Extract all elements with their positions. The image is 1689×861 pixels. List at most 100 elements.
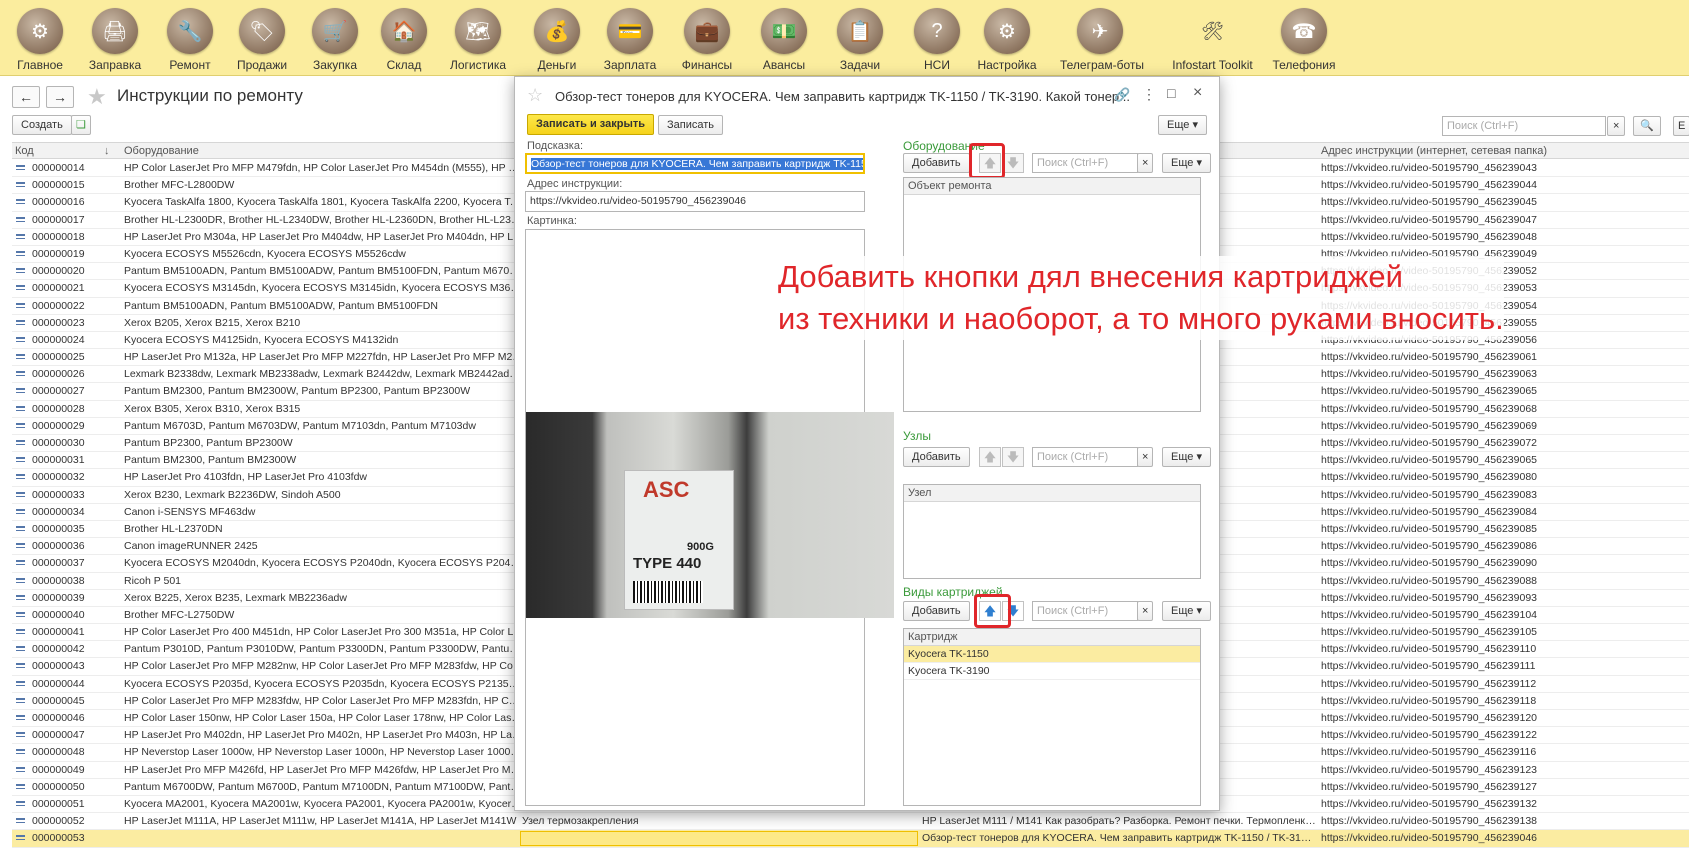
menu-item[interactable]: 💵 Авансы: [744, 8, 824, 72]
cell-url: https://vkvideo.ru/video-50195790_456239…: [1321, 385, 1537, 398]
cartridges-more-button[interactable]: Еще ▾: [1162, 601, 1211, 621]
nodes-section-title: Узлы: [903, 429, 931, 443]
menu-item[interactable]: 🏷 Продажи: [222, 8, 302, 72]
cartridges-table[interactable]: Картридж Kyocera TK-1150 Kyocera TK-3190: [903, 628, 1201, 806]
cell-url: https://vkvideo.ru/video-50195790_456239…: [1321, 471, 1537, 484]
column-url-header[interactable]: Адрес инструкции (интернет, сетевая папк…: [1321, 145, 1547, 157]
row-document-icon: [16, 594, 25, 600]
cartridge-row[interactable]: Kyocera TK-1150: [904, 646, 1200, 663]
annotation-line-2: из техники и наоборот, а то много руками…: [778, 301, 1504, 336]
nodes-more-label: Еще: [1171, 451, 1194, 463]
menu-item-label: Телеграм-боты: [1060, 58, 1144, 72]
clear-search-icon[interactable]: ×: [1607, 116, 1626, 136]
menu-item[interactable]: ⚙ Главное: [0, 8, 80, 72]
menu-item[interactable]: 🖨 Заправка: [75, 8, 155, 72]
cell-code: 000000029: [32, 419, 85, 432]
cell-code: 000000049: [32, 763, 85, 776]
back-button[interactable]: ←: [12, 86, 40, 108]
cell-code: 000000037: [32, 557, 85, 570]
menu-item[interactable]: 🔧 Ремонт: [150, 8, 230, 72]
equipment-clear-icon[interactable]: ×: [1137, 153, 1154, 173]
sort-down-icon[interactable]: ↓: [104, 145, 110, 157]
menu-item[interactable]: ✈ Телеграм-боты: [1060, 8, 1144, 72]
hint-field[interactable]: Обзор-тест тонеров для KYOCERA. Чем запр…: [525, 153, 865, 174]
column-code-header[interactable]: Код: [15, 145, 34, 157]
row-document-icon: [16, 440, 25, 445]
column-equipment-header[interactable]: Оборудование: [124, 145, 199, 157]
menu-item[interactable]: ? НСИ: [897, 8, 977, 72]
cell-code: 000000043: [32, 660, 85, 673]
cell-code: 000000028: [32, 402, 85, 415]
menu-item[interactable]: ☎ Телефония: [1264, 8, 1344, 72]
cell-code: 000000050: [32, 780, 85, 793]
save-and-close-button[interactable]: Записать и закрыть: [527, 114, 655, 135]
cell-equipment: Pantum BM5100ADN, Pantum BM5100ADW, Pant…: [124, 299, 438, 312]
menu-item-label: Задачи: [839, 58, 881, 72]
nodes-table[interactable]: Узел: [903, 484, 1201, 579]
highlight-box: [969, 143, 1005, 179]
menu-item[interactable]: 📋 Задачи: [820, 8, 900, 72]
menu-item-label: Авансы: [762, 58, 806, 72]
more-vertical-icon[interactable]: ⋮: [1142, 86, 1156, 103]
url-field[interactable]: https://vkvideo.ru/video-50195790_456239…: [525, 191, 865, 212]
list-search-input[interactable]: Поиск (Ctrl+F): [1442, 116, 1606, 136]
forward-button[interactable]: →: [46, 86, 74, 108]
maximize-icon[interactable]: □: [1167, 85, 1175, 101]
cell-url: https://vkvideo.ru/video-50195790_456239…: [1321, 780, 1537, 793]
table-row[interactable]: 000000053 Обзор-тест тонеров для KYOCERA.…: [12, 830, 1689, 848]
link-icon[interactable]: 🔗: [1114, 87, 1130, 103]
nodes-add-button[interactable]: Добавить: [903, 447, 970, 467]
cell-url: https://vkvideo.ru/video-50195790_456239…: [1321, 591, 1537, 604]
nodes-clear-icon[interactable]: ×: [1137, 447, 1154, 467]
favorite-star-icon[interactable]: ★: [87, 84, 107, 110]
cell-equipment: Pantum M6700DW, Pantum M6700D, Pantum M7…: [124, 780, 524, 793]
menu-item[interactable]: 💰 Деньги: [517, 8, 597, 72]
row-document-icon: [16, 680, 25, 686]
create-button[interactable]: Создать: [12, 115, 72, 135]
menu-item[interactable]: 🗺 Логистика: [438, 8, 518, 72]
cell-url: https://vkvideo.ru/video-50195790_456239…: [1321, 402, 1537, 415]
equipment-more-button[interactable]: Еще ▾: [1162, 153, 1211, 173]
copy-icon[interactable]: ❏: [71, 115, 91, 135]
nodes-more-button[interactable]: Еще ▾: [1162, 447, 1211, 467]
menu-item[interactable]: ⚙ Настройка: [967, 8, 1047, 72]
cartridge-row[interactable]: Kyocera TK-3190: [904, 663, 1200, 680]
menu-item[interactable]: 🏠 Склад: [364, 8, 444, 72]
edit-field-highlight[interactable]: [520, 831, 918, 847]
nodes-move-down-icon[interactable]: 🡇: [1002, 447, 1024, 467]
cell-code: 000000024: [32, 333, 85, 346]
form-more-button[interactable]: Еще ▾: [1158, 115, 1207, 135]
hint-value: Обзор-тест тонеров для KYOCERA. Чем запр…: [531, 158, 863, 170]
gears-icon: ⚙: [17, 8, 63, 54]
menu-item[interactable]: 🛠 Infostart Toolkit: [1165, 8, 1260, 73]
cartridges-add-button[interactable]: Добавить: [903, 601, 970, 621]
menu-item[interactable]: 💳 Зарплата: [590, 8, 670, 72]
table-row[interactable]: 000000052 HP LaserJet M111A, HP LaserJet …: [12, 813, 1689, 831]
picture-label: Картинка:: [527, 215, 577, 227]
row-document-icon: [16, 491, 25, 497]
row-document-icon: [16, 388, 25, 394]
cell-code: 000000026: [32, 368, 85, 381]
nodes-move-up-icon[interactable]: 🡅: [979, 447, 1001, 467]
cell-code: 000000034: [32, 505, 85, 518]
menu-item[interactable]: 🛒 Закупка: [295, 8, 375, 72]
row-document-icon: [16, 216, 25, 222]
cell-equipment: Canon i-SENSYS MF463dw: [124, 505, 256, 518]
equipment-add-button[interactable]: Добавить: [903, 153, 970, 173]
cell-code: 000000015: [32, 179, 85, 192]
menu-item[interactable]: 💼 Финансы: [667, 8, 747, 72]
close-icon[interactable]: ×: [1193, 84, 1202, 102]
more-menu-icon[interactable]: Е: [1673, 116, 1689, 136]
save-button[interactable]: Записать: [658, 115, 724, 135]
search-icon[interactable]: 🔍: [1633, 116, 1661, 136]
cartridges-search-input[interactable]: Поиск (Ctrl+F): [1032, 601, 1138, 621]
cell-equipment: Xerox B305, Xerox B310, Xerox B315: [124, 402, 301, 415]
nodes-search-input[interactable]: Поиск (Ctrl+F): [1032, 447, 1138, 467]
cartridges-clear-icon[interactable]: ×: [1137, 601, 1154, 621]
cell-url: https://vkvideo.ru/video-50195790_456239…: [1321, 832, 1537, 845]
equipment-move-down-icon[interactable]: 🡇: [1002, 153, 1024, 173]
hint-label: Подсказка:: [527, 140, 584, 152]
favorite-star-icon[interactable]: ☆: [527, 85, 543, 106]
equipment-search-input[interactable]: Поиск (Ctrl+F): [1032, 153, 1138, 173]
row-document-icon: [16, 732, 25, 738]
